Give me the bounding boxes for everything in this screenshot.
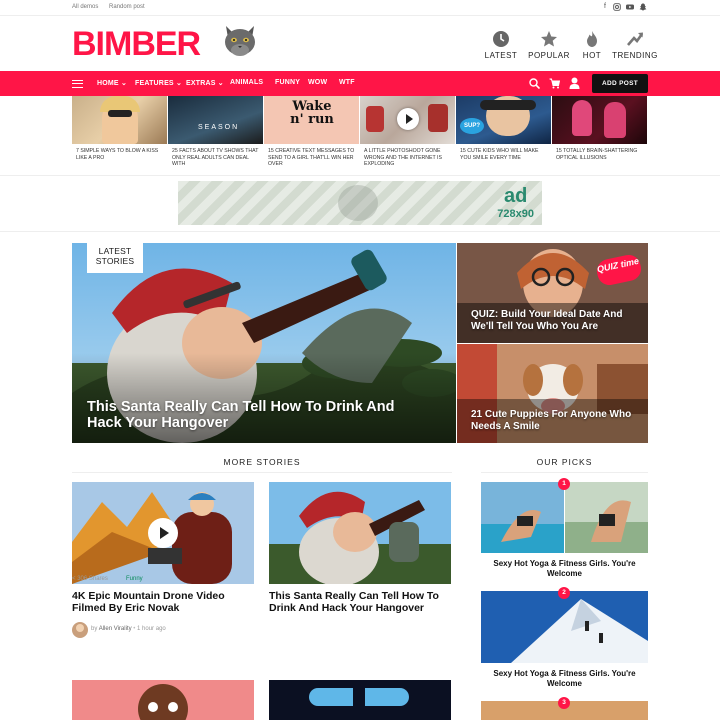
strip-thumb-5[interactable]: SUP? (456, 96, 551, 144)
strip-caption-1[interactable]: 7 SIMPLE WAYS TO BLOW A KISS LIKE A PRO (76, 148, 166, 161)
play-video-button[interactable] (397, 108, 419, 130)
more-stories-heading: MORE STORIES (223, 457, 301, 467)
strip-thumb-6[interactable] (552, 96, 647, 144)
star-icon (541, 31, 557, 47)
nav-item-animals[interactable]: ANIMALS (230, 79, 263, 86)
site-logo[interactable]: BIMBER (72, 26, 201, 62)
strip-caption-2[interactable]: 25 FACTS ABOUT TV SHOWS THAT ONLY REAL A… (172, 148, 262, 168)
pick-number-3: 3 (558, 697, 570, 709)
add-post-button[interactable]: ADD POST (592, 74, 648, 93)
author-name[interactable]: Allen Virality (99, 626, 132, 632)
header-trending[interactable]: TRENDING (607, 30, 663, 60)
shares-count: < 306 Shares (72, 576, 108, 582)
hamburger-menu-icon[interactable] (72, 80, 83, 88)
hero-side-title-2[interactable]: 21 Cute Puppies For Anyone Who Needs A S… (471, 409, 641, 433)
strip-thumb-3[interactable]: Wake n' run (264, 96, 359, 144)
divider (0, 175, 720, 176)
story-card-title-1[interactable]: 4K Epic Mountain Drone Video Filmed By E… (72, 590, 254, 614)
post-time: 1 hour ago (137, 626, 166, 632)
divider (72, 472, 452, 473)
random-post-link[interactable]: Random post (109, 4, 145, 10)
ad-label-main: ad (503, 185, 528, 207)
mountain-climber-image (481, 591, 648, 663)
our-picks-heading: OUR PICKS (536, 457, 593, 467)
story-card-image-4[interactable] (269, 680, 451, 720)
story-card-image-3[interactable] (72, 680, 254, 720)
top-bar: All demos Random post f (0, 0, 720, 16)
latest-stories-badge: LATEST STORIES (87, 243, 143, 273)
user-account-icon[interactable] (569, 77, 580, 89)
flame-icon (587, 31, 597, 47)
season-overlay-text: SEASON (198, 124, 240, 131)
nav-item-wow[interactable]: WOW (308, 79, 327, 86)
hero-main-title[interactable]: This Santa Really Can Tell How To Drink … (87, 399, 427, 431)
nav-item-funny[interactable]: FUNNY (275, 79, 300, 86)
nav-item-extras[interactable]: EXTRAS ⌄ (186, 79, 224, 87)
hero-side-title-1[interactable]: QUIZ: Build Your Ideal Date And We'll Te… (471, 309, 641, 333)
pick-image-1[interactable] (481, 482, 648, 553)
youtube-icon[interactable] (626, 3, 634, 11)
pick-image-2[interactable] (481, 591, 648, 663)
strip-caption-6[interactable]: 15 TOTALLY BRAIN-SHATTERING OPTICAL ILLU… (556, 148, 646, 161)
author-line: by Allen Virality • 1 hour ago (91, 626, 166, 632)
wake-run-overlay-text: Wake n' run (290, 99, 334, 127)
play-video-button[interactable] (148, 518, 178, 548)
pick-title-1[interactable]: Sexy Hot Yoga & Fitness Girls. You're We… (481, 559, 648, 579)
strip-thumb-1[interactable] (72, 96, 167, 144)
all-demos-link[interactable]: All demos (72, 4, 98, 10)
main-nav: HOME ⌄ FEATURES ⌄ EXTRAS ⌄ ANIMALS FUNNY… (0, 71, 720, 96)
nav-item-features[interactable]: FEATURES ⌄ (135, 79, 182, 87)
story-card-title-2[interactable]: This Santa Really Can Tell How To Drink … (269, 590, 451, 614)
strip-caption-4[interactable]: A LITTLE PHOTOSHOOT GONE WRONG AND THE I… (364, 148, 454, 168)
ad-label: ad 728x90 (497, 185, 534, 223)
strip-thumb-2[interactable]: SEASON (168, 96, 263, 144)
facebook-icon[interactable]: f (601, 3, 609, 11)
author-by: by (91, 626, 98, 632)
story-card-image-1[interactable] (72, 482, 254, 584)
author-avatar[interactable] (72, 622, 88, 638)
meta-separator: • (133, 626, 136, 632)
share-icon: < (72, 576, 76, 582)
play-icon (406, 114, 413, 124)
nav-item-home[interactable]: HOME ⌄ (97, 79, 127, 87)
story-card-image-2[interactable] (269, 482, 451, 584)
strip-caption-3[interactable]: 15 CREATIVE TEXT MESSAGES TO SEND TO A G… (268, 148, 358, 168)
divider (0, 231, 720, 232)
cat-mascot-icon (225, 26, 255, 56)
trending-arrow-icon (627, 32, 644, 46)
shares-count-text: 306 Shares (77, 576, 108, 582)
ad-banner[interactable]: ad 728x90 (178, 181, 542, 225)
nav-item-extras-label: EXTRAS (186, 80, 216, 87)
nav-item-home-label: HOME (97, 80, 119, 87)
sup-speech-bubble: SUP? (460, 118, 484, 134)
divider (481, 472, 648, 473)
nav-item-features-label: FEATURES (135, 80, 174, 87)
yoga-image-1 (481, 482, 648, 553)
instagram-icon[interactable] (613, 3, 621, 11)
strip-thumb-4[interactable] (360, 96, 455, 144)
search-icon[interactable] (529, 78, 540, 89)
clock-icon (493, 31, 509, 47)
pick-number-1: 1 (558, 478, 570, 490)
snapchat-icon[interactable] (639, 3, 647, 11)
ad-size: 728x90 (497, 208, 534, 220)
cart-icon[interactable] (549, 78, 560, 89)
santa-drinking-image (269, 482, 451, 584)
play-icon (160, 527, 169, 539)
category-tag-funny[interactable]: Funny (126, 576, 143, 582)
pick-title-2[interactable]: Sexy Hot Yoga & Fitness Girls. You're We… (481, 669, 648, 689)
strip-caption-5[interactable]: 15 CUTE KIDS WHO WILL MAKE YOU SMILE EVE… (460, 148, 550, 161)
pick-number-2: 2 (558, 587, 570, 599)
header-trending-label: TRENDING (612, 51, 658, 60)
nav-item-wtf[interactable]: WTF (339, 79, 355, 86)
